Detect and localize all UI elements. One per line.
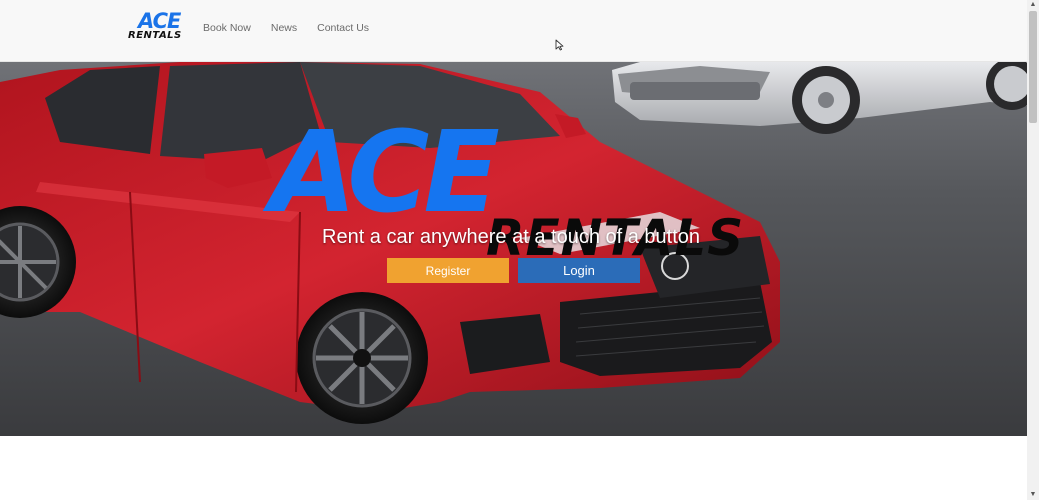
nav-links: Book Now News Contact Us bbox=[203, 22, 389, 34]
brand-ace-text: ACE bbox=[138, 9, 181, 33]
login-button[interactable]: Login bbox=[518, 258, 640, 283]
hero-logo-ace: ACE bbox=[270, 108, 500, 238]
brand-logo[interactable]: ACE RENTALS bbox=[126, 9, 184, 46]
brand-rentals-text: RENTALS bbox=[128, 30, 182, 41]
nav-link-book-now[interactable]: Book Now bbox=[203, 22, 251, 34]
hero-tagline: Rent a car anywhere at a touch of a butt… bbox=[322, 226, 701, 248]
page: ACE RENTALS Book Now News Contact Us ACE… bbox=[0, 0, 1039, 500]
nav-link-news[interactable]: News bbox=[271, 22, 297, 34]
arrow-down-icon[interactable]: ▼ bbox=[1027, 490, 1039, 500]
scrollbar-thumb[interactable] bbox=[1029, 11, 1037, 123]
page-scrollbar[interactable]: ▲ ▼ bbox=[1027, 0, 1039, 500]
navbar: ACE RENTALS Book Now News Contact Us bbox=[0, 0, 1027, 62]
mouse-pointer-icon bbox=[555, 39, 564, 51]
hero-section: ACE RENTALS Rent a car anywhere at a tou… bbox=[0, 62, 1027, 436]
hero-logo: ACE RENTALS bbox=[266, 117, 766, 277]
arrow-up-icon[interactable]: ▲ bbox=[1027, 0, 1039, 10]
register-button[interactable]: Register bbox=[387, 258, 509, 283]
nav-link-contact-us[interactable]: Contact Us bbox=[317, 22, 369, 34]
